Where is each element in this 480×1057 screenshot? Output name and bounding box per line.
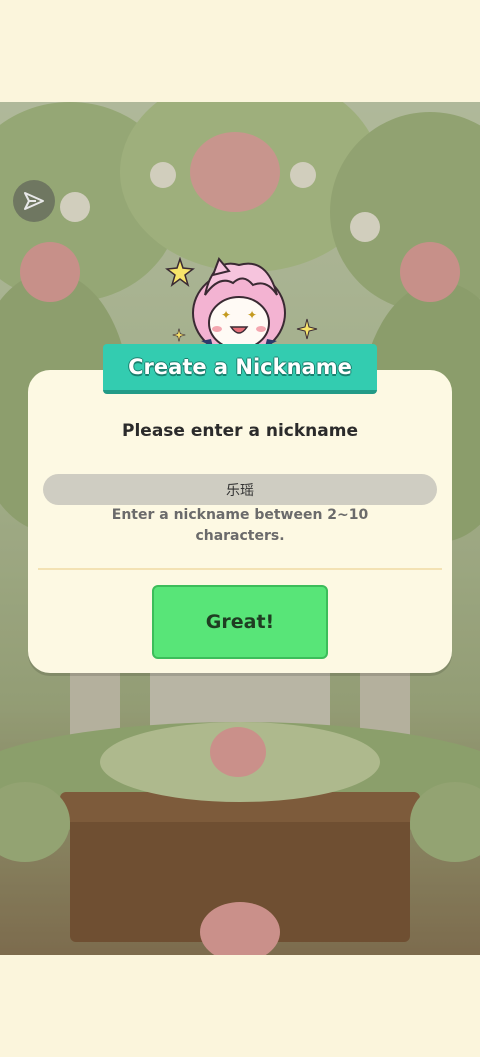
bottom-letterbox <box>0 955 480 1057</box>
dialog-title-banner: Create a Nickname <box>103 344 377 394</box>
share-icon <box>24 192 44 210</box>
mascot-character-icon: ✦ ✦ <box>192 257 286 355</box>
nickname-hint: Enter a nickname between 2~10 characters… <box>111 507 369 544</box>
top-letterbox <box>0 0 480 102</box>
nickname-input[interactable] <box>43 474 437 505</box>
star-icon <box>165 257 195 287</box>
sparkle-icon <box>172 328 186 342</box>
nickname-prompt: Please enter a nickname <box>122 421 358 441</box>
divider <box>38 568 442 570</box>
svg-text:✦: ✦ <box>221 308 231 322</box>
confirm-button[interactable]: Great! <box>152 585 328 659</box>
svg-text:✦: ✦ <box>247 308 257 322</box>
sparkle-icon <box>296 318 318 340</box>
dialog-title: Create a Nickname <box>128 355 352 379</box>
share-button[interactable] <box>13 180 55 222</box>
